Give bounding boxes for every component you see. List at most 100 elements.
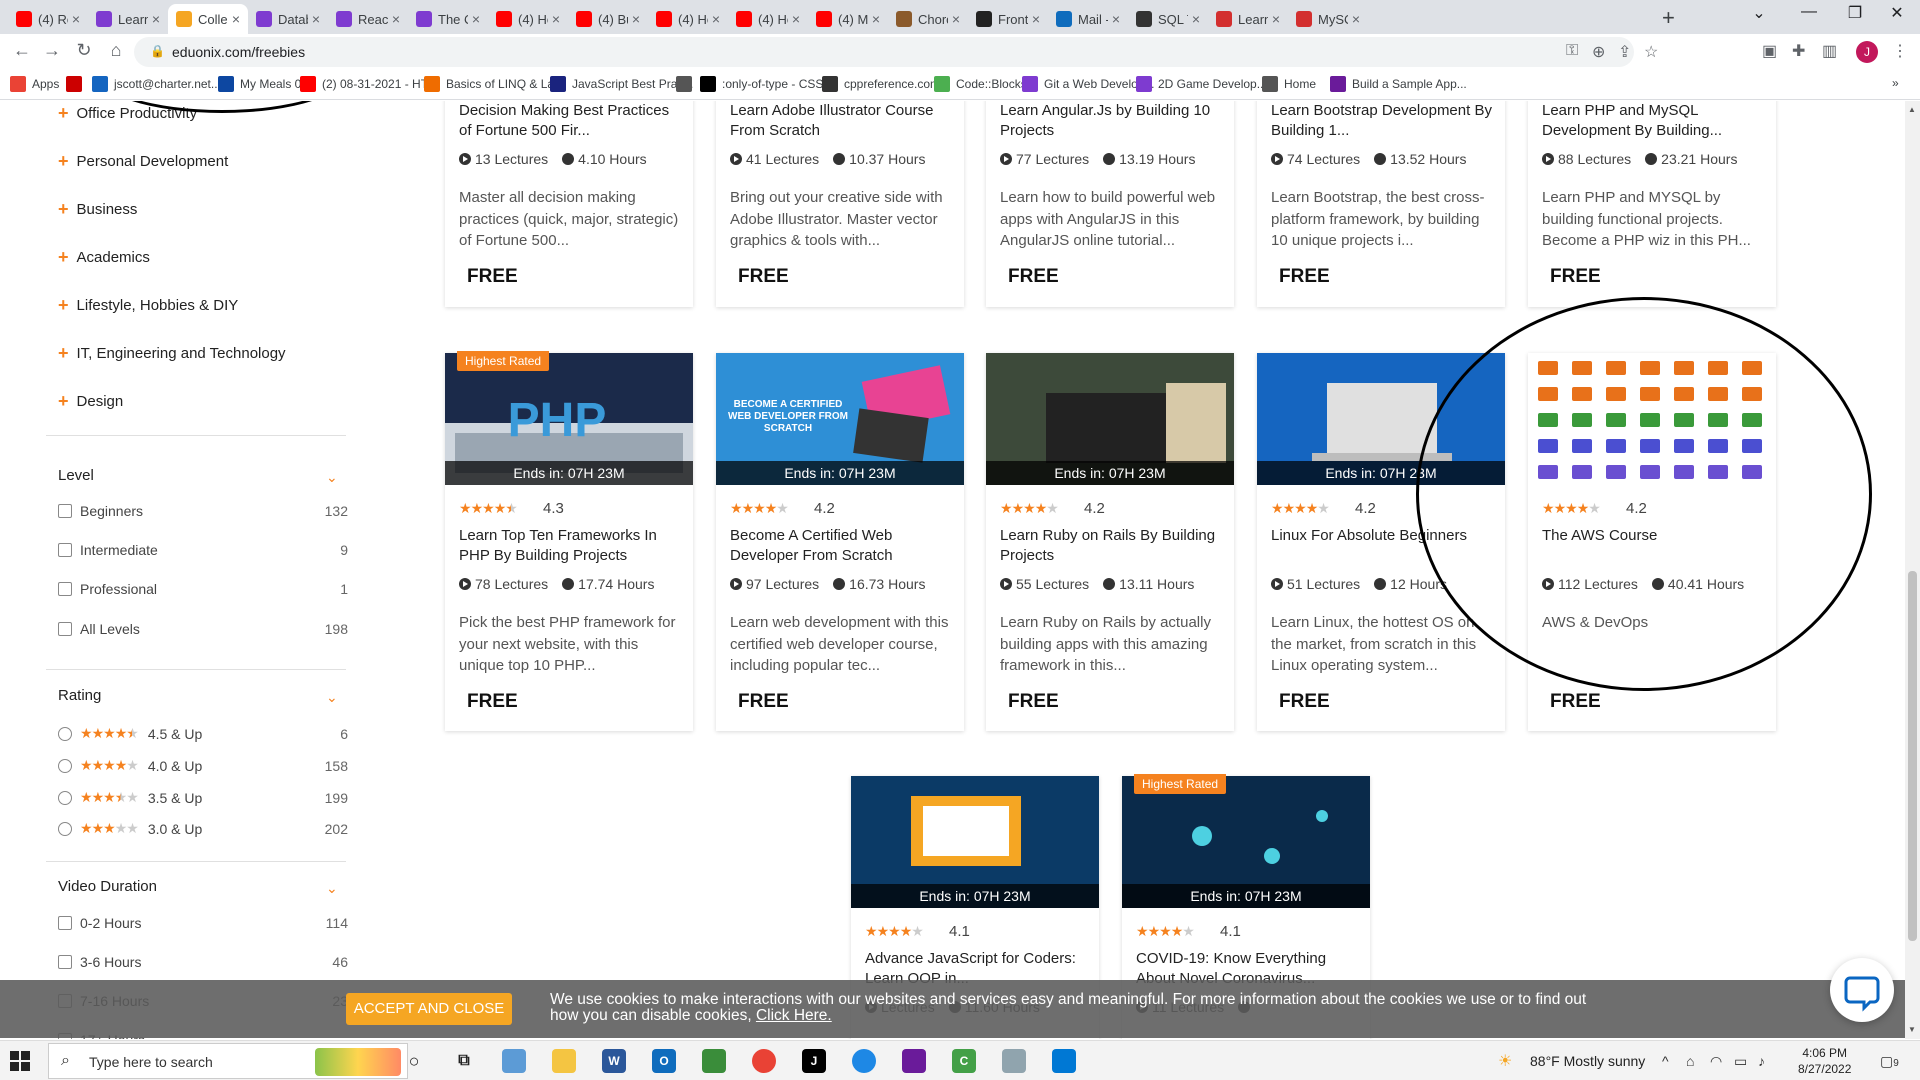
tab-close-icon[interactable]: × [232,11,240,27]
tab-close-icon[interactable]: × [1032,11,1040,27]
close-window-button[interactable]: ✕ [1874,3,1920,23]
course-card[interactable]: Learn Bootstrap Development By Building … [1257,101,1505,307]
category-item[interactable]: + Business [58,199,137,220]
notepad-plus-icon[interactable] [702,1049,726,1073]
duration-filter-title[interactable]: Video Duration [58,878,157,895]
plus-icon[interactable]: + [58,391,69,412]
browser-tab[interactable]: Front × [968,4,1048,34]
cortana-icon[interactable]: ○ [402,1049,426,1073]
tray-overflow-icon[interactable]: ^ [1662,1053,1669,1069]
tab-close-icon[interactable]: × [872,11,880,27]
tab-search-icon[interactable]: ⌄ [1736,3,1782,23]
jetbrains-icon[interactable]: J [802,1049,826,1073]
course-thumbnail[interactable]: PHP Ends in: 07H 23M [445,353,693,485]
restore-button[interactable]: ❐ [1832,3,1878,23]
rating-option[interactable]: ★★★★★ 3.0 & Up 202 [58,820,348,837]
course-thumbnail[interactable]: Ends in: 07H 23M [986,353,1234,485]
chrome-icon[interactable] [752,1049,776,1073]
plus-icon[interactable]: + [58,247,69,268]
task-view-icon[interactable]: ⧉ [452,1049,476,1073]
page-scrollbar[interactable]: ▲ ▼ [1905,101,1920,1039]
course-title[interactable]: Learn Bootstrap Development By Building … [1271,101,1495,141]
course-card[interactable]: Ends in: 07H 23M ★★★★★ 4.2 Learn Ruby on Ra… [986,353,1234,731]
browser-tab[interactable]: The C× [408,4,488,34]
zoom-icon[interactable]: ⊕ [1592,42,1605,62]
volume-icon[interactable]: ♪ [1758,1053,1765,1069]
level-filter-title[interactable]: Level [58,467,94,484]
radio-button[interactable] [58,758,72,773]
browser-tab[interactable]: (4) Ho× [648,4,728,34]
rating-option[interactable]: ★★★★★ 3.5 & Up 199 [58,789,348,806]
category-item[interactable]: + Academics [58,247,150,268]
scroll-up-icon[interactable]: ▲ [1908,105,1916,114]
bookmark-item[interactable]: Apps [10,76,59,92]
weather-text[interactable]: 88°F Mostly sunny [1530,1053,1645,1069]
plus-icon[interactable]: + [58,199,69,220]
tab-close-icon[interactable]: × [552,11,560,27]
radio-button[interactable] [58,726,72,741]
bookmark-item[interactable]: My Meals 0 [218,76,301,92]
bookmark-item[interactable]: :only-of-type - CSS:... [700,76,837,92]
tab-close-icon[interactable]: × [312,11,320,27]
course-card[interactable]: Learn Adobe Illustrator Course From Scra… [716,101,964,307]
accept-cookies-button[interactable]: ACCEPT AND CLOSE [346,993,512,1025]
bookmark-item[interactable]: cppreference.com [822,76,940,92]
course-card[interactable]: PHP Ends in: 07H 23M Highest Rated ★★★★★ 4.3… [445,351,693,731]
course-title[interactable]: Learn Ruby on Rails By Building Projects [1000,526,1224,566]
tab-close-icon[interactable]: × [1272,11,1280,27]
url-text[interactable]: eduonix.com/freebies [172,44,305,60]
system-clock[interactable]: 4:06 PM 8/27/2022 [1798,1045,1851,1077]
visual-studio-icon[interactable] [902,1049,926,1073]
profile-avatar[interactable]: J [1856,41,1878,63]
plus-icon[interactable]: + [58,343,69,364]
bookmark-item[interactable]: Git a Web Develop... [1022,76,1155,92]
tab-close-icon[interactable]: × [792,11,800,27]
vscode-icon[interactable] [1052,1049,1076,1073]
radio-button[interactable] [58,821,72,836]
key-icon[interactable]: ⚿ [1566,42,1578,60]
share-icon[interactable]: ⇪ [1618,42,1631,62]
taskbar-search[interactable]: ⌕ Type here to search [48,1043,408,1079]
chevron-down-icon[interactable]: ⌄ [326,689,338,706]
plus-icon[interactable]: + [58,103,69,124]
checkbox[interactable] [58,916,72,930]
course-card[interactable]: Learn PHP and MySQL Development By Build… [1528,101,1776,307]
wifi-icon[interactable]: ◠ [1710,1053,1722,1070]
back-button[interactable]: ← [10,40,34,61]
browser-tab[interactable]: Datab× [248,4,328,34]
tab-close-icon[interactable]: × [392,11,400,27]
radio-button[interactable] [58,790,72,805]
bookmarks-overflow-icon[interactable]: » [1892,76,1899,90]
extensions-puzzle-icon[interactable]: ✚ [1792,41,1805,61]
browser-tab[interactable]: Learn × [1208,4,1288,34]
taskbar-search-placeholder[interactable]: Type here to search [89,1054,213,1070]
word-icon[interactable]: W [602,1049,626,1073]
checkbox[interactable] [58,504,72,518]
home-button[interactable]: ⌂ [104,40,128,61]
course-title[interactable]: Decision Making Best Practices of Fortun… [459,101,683,141]
tab-close-icon[interactable]: × [1192,11,1200,27]
course-card[interactable]: BECOME A CERTIFIED WEB DEVELOPER FROM SC… [716,353,964,731]
chat-widget-button[interactable] [1830,958,1894,1022]
tab-close-icon[interactable]: × [152,11,160,27]
outlook-icon[interactable]: O [652,1049,676,1073]
bookmark-item[interactable]: Home [1262,76,1316,92]
checkbox[interactable] [58,582,72,596]
browser-tab[interactable]: SQL T× [1128,4,1208,34]
new-tab-button[interactable]: + [1662,5,1675,31]
course-thumbnail[interactable]: Ends in: 07H 23M [1122,776,1370,908]
bookmark-item[interactable] [676,76,698,92]
tab-close-icon[interactable]: × [632,11,640,27]
plus-icon[interactable]: + [58,151,69,172]
bookmark-item[interactable]: (2) 08-31-2021 - HT... [300,76,437,92]
level-option[interactable]: Professional 1 [58,581,348,597]
browser-tab[interactable]: (4) Ho× [488,4,568,34]
bookmark-item[interactable]: Build a Sample App... [1330,76,1467,92]
bookmark-star-icon[interactable]: ☆ [1644,42,1658,62]
network-icon[interactable]: ⌂ [1686,1053,1694,1069]
app-icon-2[interactable] [852,1049,876,1073]
browser-tab[interactable]: (4) Ho× [728,4,808,34]
app-icon-3[interactable] [1002,1049,1026,1073]
browser-tab[interactable]: (4) My× [808,4,888,34]
category-item[interactable]: + Design [58,391,123,412]
